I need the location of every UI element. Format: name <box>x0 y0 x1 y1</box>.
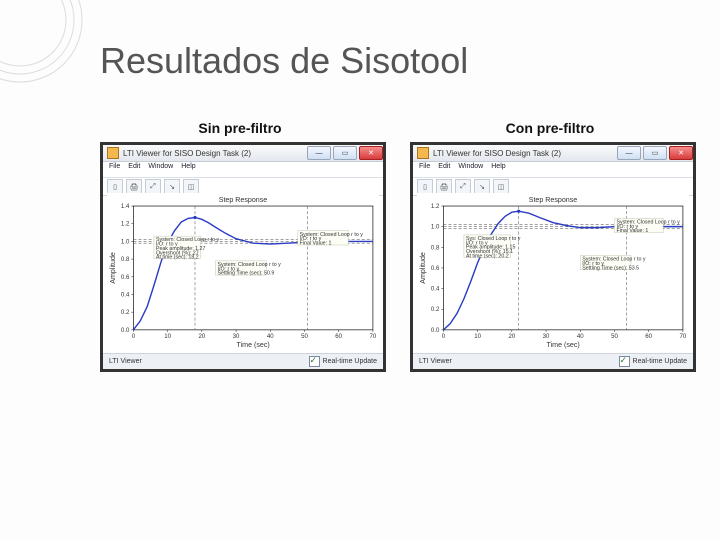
svg-text:40: 40 <box>267 333 274 340</box>
menu-help[interactable]: Help <box>181 163 195 176</box>
svg-text:60: 60 <box>335 333 342 340</box>
step-response-plot: Step Response 0 10 20 30 40 50 60 70 0.0 0.2 0.4 0.6… <box>417 193 689 351</box>
svg-text:Amplitude: Amplitude <box>109 252 117 284</box>
toolbar-button-4[interactable]: ◫ <box>493 179 509 194</box>
toolbar-button-0[interactable]: ▯ <box>107 179 123 194</box>
svg-text:1.0: 1.0 <box>431 224 440 231</box>
toolbar-button-0[interactable]: ▯ <box>417 179 433 194</box>
status-bar: LTI Viewer Real-time Update <box>103 353 383 369</box>
menu-file[interactable]: File <box>419 163 430 176</box>
svg-text:70: 70 <box>680 333 687 340</box>
svg-text:1.2: 1.2 <box>121 221 130 228</box>
toolbar-button-1[interactable]: 🖨 <box>126 179 142 194</box>
titlebar: LTI Viewer for SISO Design Task (2) — ▭ … <box>103 145 383 162</box>
menu-edit[interactable]: Edit <box>128 163 140 176</box>
toolbar-button-2[interactable]: ⤢ <box>455 179 471 194</box>
slide: Resultados de Sisotool Sin pre-filtro LT… <box>0 0 720 540</box>
menubar: File Edit Window Help <box>103 162 383 178</box>
left-subtitle: Sin pre-filtro <box>100 120 380 136</box>
svg-text:1.0: 1.0 <box>121 238 130 245</box>
titlebar: LTI Viewer for SISO Design Task (2) — ▭ … <box>413 145 693 162</box>
menu-window[interactable]: Window <box>458 163 483 176</box>
svg-text:0: 0 <box>442 333 446 340</box>
svg-text:Settling Time (sec): 50.9: Settling Time (sec): 50.9 <box>218 271 275 277</box>
slide-title: Resultados de Sisotool <box>100 40 468 82</box>
close-button[interactable]: ✕ <box>359 146 383 160</box>
toolbar-button-1[interactable]: 🖨 <box>436 179 452 194</box>
svg-text:0.4: 0.4 <box>121 292 130 299</box>
svg-text:Final Value: 1: Final Value: 1 <box>617 228 649 234</box>
toolbar-button-2[interactable]: ⤢ <box>145 179 161 194</box>
svg-text:0.0: 0.0 <box>431 327 440 334</box>
step-response-plot: Step Response 0 10 20 30 40 50 60 70 0.0 0.2 0.4 0.6… <box>107 193 379 351</box>
svg-text:1.2: 1.2 <box>431 203 440 210</box>
svg-text:Time (sec): Time (sec) <box>547 341 580 349</box>
svg-text:0.6: 0.6 <box>121 274 130 281</box>
svg-text:10: 10 <box>474 333 481 340</box>
realtime-label: Real-time Update <box>633 358 687 365</box>
left-column: Sin pre-filtro LTI Viewer for SISO Desig… <box>100 120 380 372</box>
decorative-rings-icon <box>0 0 100 100</box>
realtime-checkbox[interactable] <box>309 356 320 367</box>
window-title: LTI Viewer for SISO Design Task (2) <box>433 149 561 158</box>
svg-text:0.0: 0.0 <box>121 327 130 334</box>
right-column: Con pre-filtro LTI Viewer for SISO Desig… <box>410 120 690 372</box>
menu-window[interactable]: Window <box>148 163 173 176</box>
lti-viewer-window-right: LTI Viewer for SISO Design Task (2) — ▭ … <box>410 142 696 372</box>
maximize-button[interactable]: ▭ <box>643 146 667 160</box>
svg-text:10: 10 <box>164 333 171 340</box>
svg-text:0.8: 0.8 <box>431 244 440 251</box>
menubar: File Edit Window Help <box>413 162 693 178</box>
status-label: LTI Viewer <box>419 358 452 365</box>
svg-text:40: 40 <box>577 333 584 340</box>
svg-text:30: 30 <box>233 333 240 340</box>
menu-edit[interactable]: Edit <box>438 163 450 176</box>
svg-text:20: 20 <box>508 333 515 340</box>
svg-text:0.4: 0.4 <box>431 286 440 293</box>
app-icon <box>417 147 429 159</box>
svg-text:Settling Time (sec): 53.5: Settling Time (sec): 53.5 <box>582 265 639 271</box>
svg-text:30: 30 <box>543 333 550 340</box>
svg-text:1.4: 1.4 <box>121 203 130 210</box>
app-icon <box>107 147 119 159</box>
svg-text:Amplitude: Amplitude <box>419 252 427 284</box>
minimize-button[interactable]: — <box>617 146 641 160</box>
minimize-button[interactable]: — <box>307 146 331 160</box>
svg-text:At time (sec): 20.2: At time (sec): 20.2 <box>466 253 509 259</box>
toolbar-button-3[interactable]: ↘ <box>164 179 180 194</box>
svg-text:0.8: 0.8 <box>121 256 130 263</box>
svg-text:Time (sec): Time (sec) <box>237 341 270 349</box>
svg-text:0: 0 <box>132 333 136 340</box>
status-label: LTI Viewer <box>109 358 142 365</box>
svg-text:Step Response: Step Response <box>529 196 578 204</box>
svg-text:70: 70 <box>370 333 377 340</box>
svg-text:20: 20 <box>198 333 205 340</box>
right-subtitle: Con pre-filtro <box>410 120 690 136</box>
realtime-label: Real-time Update <box>323 358 377 365</box>
close-button[interactable]: ✕ <box>669 146 693 160</box>
svg-text:0.2: 0.2 <box>121 309 130 316</box>
menu-file[interactable]: File <box>109 163 120 176</box>
maximize-button[interactable]: ▭ <box>333 146 357 160</box>
toolbar-button-4[interactable]: ◫ <box>183 179 199 194</box>
svg-text:50: 50 <box>611 333 618 340</box>
svg-text:Step Response: Step Response <box>219 196 268 204</box>
realtime-checkbox[interactable] <box>619 356 630 367</box>
lti-viewer-window-left: LTI Viewer for SISO Design Task (2) — ▭ … <box>100 142 386 372</box>
svg-text:0.2: 0.2 <box>431 306 440 313</box>
svg-text:Final Value: 1: Final Value: 1 <box>300 241 332 247</box>
svg-text:0.6: 0.6 <box>431 265 440 272</box>
svg-text:50: 50 <box>301 333 308 340</box>
window-title: LTI Viewer for SISO Design Task (2) <box>123 149 251 158</box>
status-bar: LTI Viewer Real-time Update <box>413 353 693 369</box>
menu-help[interactable]: Help <box>491 163 505 176</box>
svg-text:At time (sec): 18.2: At time (sec): 18.2 <box>156 255 199 261</box>
svg-text:60: 60 <box>645 333 652 340</box>
toolbar-button-3[interactable]: ↘ <box>474 179 490 194</box>
